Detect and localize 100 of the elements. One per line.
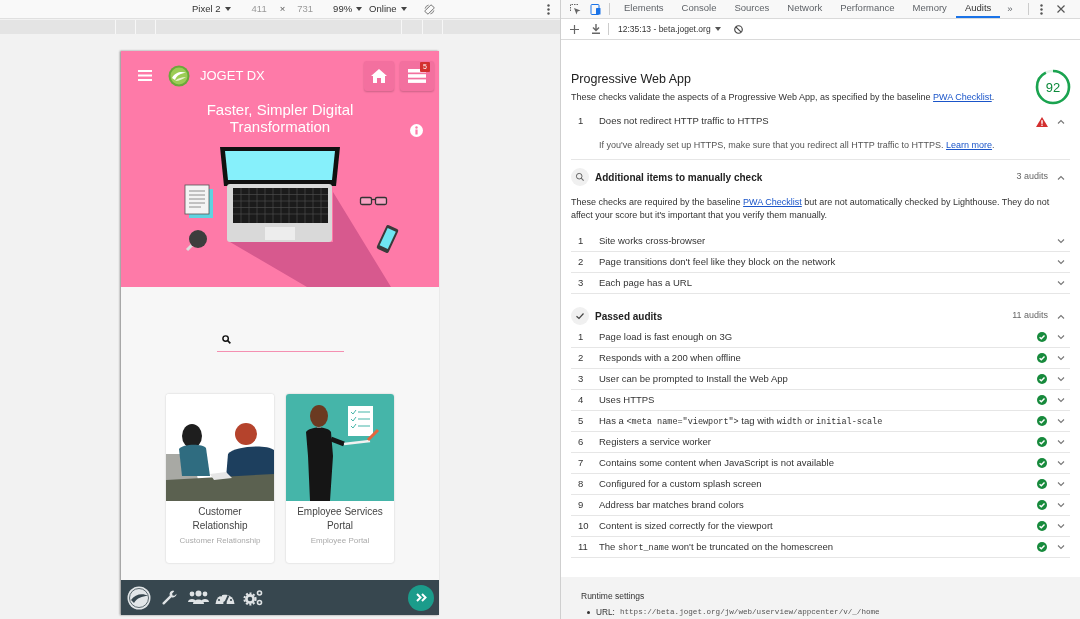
menu-icon[interactable]: [138, 70, 152, 81]
caret-icon: [714, 27, 721, 31]
audit-number: 8: [578, 476, 585, 491]
check-circle-icon: [1037, 437, 1047, 447]
chevron-down-icon[interactable]: [1057, 460, 1065, 466]
category-title: Progressive Web App: [571, 71, 692, 87]
search-icon: [221, 335, 231, 344]
group-title[interactable]: Additional items to manually check: [595, 169, 763, 185]
description-text: These checks validate the aspects of a Progressive Web App, as specified by the baseline PWA Checklist.: [571, 92, 996, 103]
audit-title[interactable]: The short_name won't be truncated on the homescreen: [599, 539, 833, 555]
kebab-menu-icon[interactable]: [547, 3, 550, 15]
device-toolbar-icon[interactable]: [590, 3, 601, 15]
audit-number: 1: [578, 114, 585, 129]
info-icon[interactable]: [410, 124, 423, 137]
audit-title[interactable]: Page load is fast enough on 3G: [599, 329, 733, 345]
check-circle-icon: [1037, 374, 1047, 384]
audit-title[interactable]: Registers a service worker: [599, 434, 711, 450]
plus-icon[interactable]: [570, 24, 579, 34]
audit-number: 3: [578, 371, 585, 386]
audit-number: 7: [578, 455, 585, 470]
description-text: If you've already set up HTTPS, make sure that you redirect all HTTP traffic to HTTPS. Learn more.: [598, 139, 996, 151]
audit-title[interactable]: User can be prompted to Install the Web App: [599, 371, 788, 387]
gears-icon[interactable]: [243, 588, 264, 607]
chevron-down-icon[interactable]: [1057, 439, 1065, 445]
tab[interactable]: Performance: [831, 0, 904, 18]
report-dropdown[interactable]: 12:35:13 - beta.joget.org: [618, 22, 721, 36]
audit-title[interactable]: Uses HTTPS: [599, 392, 655, 408]
next-button[interactable]: [408, 584, 434, 611]
chevron-down-icon[interactable]: [1057, 418, 1065, 424]
times-sign: ×: [279, 4, 286, 14]
kebab-menu-icon[interactable]: [1039, 3, 1043, 15]
inspect-icon[interactable]: [570, 3, 581, 15]
audit-title[interactable]: Contains some content when JavaScript is not available: [599, 455, 834, 471]
check-circle-icon: [1037, 395, 1047, 405]
tab[interactable]: Audits: [955, 0, 1001, 18]
chevron-down-icon[interactable]: [1057, 544, 1065, 550]
glasses-icon: [359, 196, 388, 206]
checklist-link[interactable]: PWA Checklist: [933, 92, 992, 102]
chevron-down-icon[interactable]: [1057, 523, 1065, 529]
check-circle-icon: [1037, 353, 1047, 363]
logo-icon[interactable]: [127, 585, 151, 610]
warning-icon: [1036, 116, 1048, 127]
audit-number: 11: [578, 539, 589, 554]
rotate-icon[interactable]: [423, 3, 435, 15]
description-text: These checks are required by the baseline PWA Checklist but are not automatically checked by Lighthouse. They do not affect your score but it's important that you verify them manually.: [571, 196, 1051, 221]
check-circle-icon: [1037, 500, 1047, 510]
chevron-up-icon[interactable]: [1057, 313, 1065, 319]
audit-title[interactable]: Has a <meta name="viewport"> tag with width or initial-scale: [599, 413, 883, 429]
wrench-icon[interactable]: [161, 589, 178, 606]
runtime-settings-title: Runtime settings: [581, 591, 646, 602]
audit-title[interactable]: Address bar matches brand colors: [599, 497, 744, 513]
card-subtitle: Customer Relationship: [178, 535, 262, 546]
audit-title[interactable]: Responds with a 200 when offline: [599, 350, 741, 366]
chevron-down-icon[interactable]: [1057, 334, 1065, 340]
chevron-up-icon[interactable]: [1057, 174, 1065, 180]
audit-title[interactable]: Does not redirect HTTP traffic to HTTPS: [599, 114, 769, 129]
audit-title[interactable]: Page transitions don't feel like they block on the network: [599, 254, 836, 270]
chevron-down-icon[interactable]: [1057, 502, 1065, 508]
block-icon[interactable]: [733, 24, 743, 34]
audit-title[interactable]: Configured for a custom splash screen: [599, 476, 762, 492]
tab[interactable]: Memory: [903, 0, 956, 18]
chevron-down-icon[interactable]: [1057, 481, 1065, 487]
double-chevron-icon: [415, 593, 427, 602]
caret-icon: [224, 7, 231, 11]
chevron-down-icon[interactable]: [1057, 238, 1065, 244]
close-icon[interactable]: [1056, 5, 1065, 13]
check-circle-icon: [1037, 458, 1047, 468]
document-icon: [184, 184, 213, 218]
audit-title[interactable]: Each page has a URL: [599, 275, 692, 291]
chevron-down-icon[interactable]: [1057, 397, 1065, 403]
audit-title[interactable]: Content is sized correctly for the viewport: [599, 518, 773, 534]
chevron-down-icon[interactable]: [1057, 280, 1065, 286]
audit-title[interactable]: Site works cross-browser: [599, 233, 706, 249]
home-button[interactable]: [364, 60, 394, 91]
card-title: Employee Services Portal: [296, 505, 384, 533]
zoom-dropdown[interactable]: 99%: [333, 4, 363, 14]
audit-count: 3 audits: [1016, 170, 1048, 184]
network-dropdown[interactable]: Online: [369, 4, 407, 14]
chevron-down-icon[interactable]: [1057, 259, 1065, 265]
chevron-down-icon[interactable]: [1057, 355, 1065, 361]
tab[interactable]: Sources: [725, 0, 779, 18]
check-circle-icon: [1037, 542, 1047, 552]
card-subtitle: Employee Portal: [309, 535, 371, 546]
tab[interactable]: Network: [778, 0, 832, 18]
device-dropdown[interactable]: Pixel 2: [192, 4, 231, 14]
audit-number: 2: [578, 254, 585, 269]
chevron-up-icon[interactable]: [1057, 119, 1065, 124]
score-value: 92: [1045, 80, 1061, 94]
tab[interactable]: Console: [672, 0, 726, 18]
group-title[interactable]: Passed audits: [595, 308, 663, 324]
users-icon[interactable]: [188, 590, 209, 605]
checklist-link[interactable]: PWA Checklist: [743, 197, 802, 207]
more-tabs-button[interactable]: »: [1000, 1, 1020, 17]
tab[interactable]: Elements: [615, 0, 673, 18]
download-icon[interactable]: [592, 24, 600, 34]
app-card[interactable]: Employee Services Portal Employee Portal: [286, 394, 394, 563]
check-circle-icon: [1037, 479, 1047, 489]
brand-name: JOGET DX: [200, 69, 265, 82]
chevron-down-icon[interactable]: [1057, 376, 1065, 382]
app-card[interactable]: Customer Relationship Customer Relationship: [166, 394, 274, 563]
